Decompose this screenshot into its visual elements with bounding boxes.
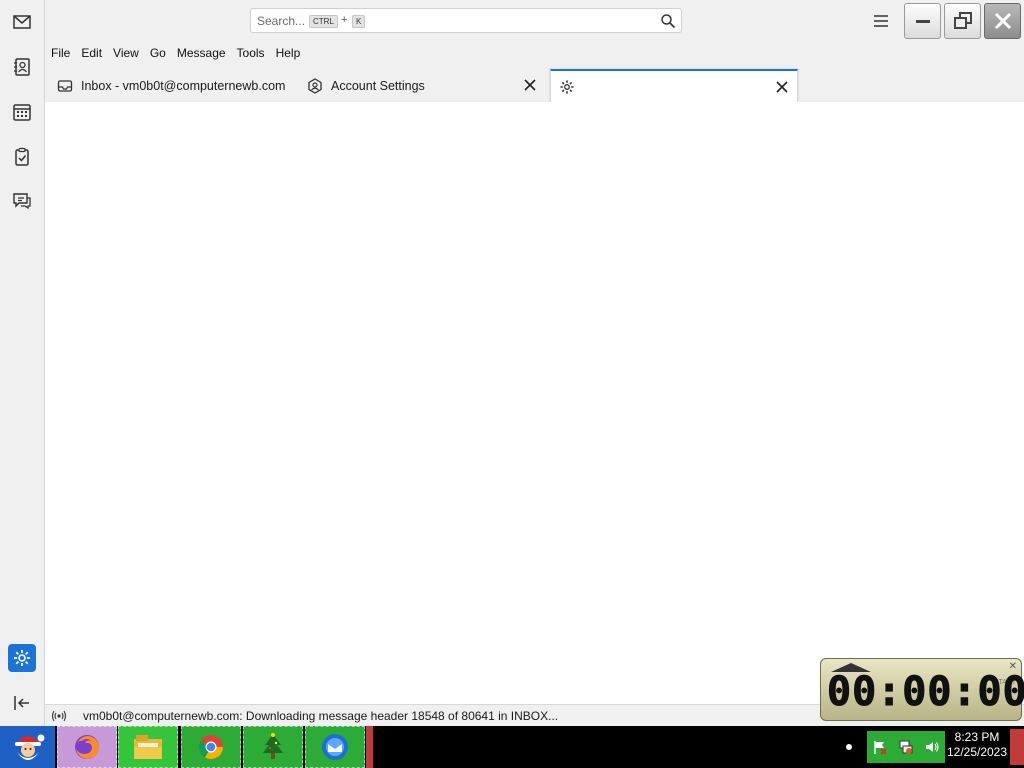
menu-view[interactable]: View [113, 46, 139, 60]
tasks-icon[interactable] [8, 143, 36, 171]
thunderbird-icon [322, 734, 348, 760]
collapse-icon[interactable] [8, 689, 36, 717]
online-status-icon[interactable] [51, 708, 67, 724]
calendar-icon[interactable] [8, 98, 36, 126]
close-tab-icon[interactable] [775, 80, 789, 94]
volume-icon[interactable] [924, 739, 940, 755]
app-menu-icon[interactable] [871, 12, 891, 30]
search-placeholder: Search... [257, 14, 306, 28]
minimize-icon [915, 20, 930, 23]
search-icon[interactable] [660, 13, 676, 29]
address-book-icon[interactable] [8, 53, 36, 81]
restore-button[interactable] [944, 3, 981, 39]
shortcut-ctrl-key: CTRL [309, 15, 338, 28]
flag-icon[interactable] [872, 739, 888, 755]
tray-dot-icon [846, 744, 852, 750]
menu-edit[interactable]: Edit [81, 46, 102, 60]
timer-widget[interactable]: ✕ START 00:00:00 [820, 658, 1024, 721]
search-input[interactable]: Search... CTRL + K [250, 8, 682, 33]
chrome-taskbar-button[interactable] [181, 726, 241, 768]
christmas-tree-icon [263, 733, 283, 759]
chat-icon[interactable] [8, 187, 36, 215]
account-settings-icon [307, 77, 323, 94]
menu-message[interactable]: Message [177, 46, 226, 60]
chrome-icon [198, 735, 223, 760]
tab-inbox-label: Inbox - vm0b0t@computernewb.com [81, 78, 286, 93]
tab-settings[interactable] [550, 69, 798, 102]
status-text: vm0b0t@computernewb.com: Downloading mes… [83, 708, 559, 723]
shortcut-plus: + [341, 14, 348, 26]
taskbar-clock[interactable]: 8:23 PM 12/25/2023 [945, 730, 1009, 760]
taskbar-separator [366, 726, 373, 768]
restore-icon [953, 12, 972, 29]
menu-bar: File Edit View Go Message Tools Help [45, 42, 1024, 64]
settings-icon[interactable] [8, 644, 36, 672]
menu-tools[interactable]: Tools [237, 46, 265, 60]
system-tray [867, 731, 945, 763]
firefox-taskbar-button[interactable] [57, 726, 117, 768]
spaces-toolbar [0, 0, 45, 726]
settings-content [45, 102, 1024, 704]
clock-time: 8:23 PM [954, 730, 1000, 744]
network-icon[interactable] [898, 739, 914, 755]
inbox-icon [57, 78, 73, 94]
file-explorer-icon [134, 735, 162, 759]
gear-icon [559, 79, 575, 95]
menu-go[interactable]: Go [150, 46, 166, 60]
thunderbird-taskbar-button[interactable] [305, 726, 365, 768]
shortcut-k-key: K [352, 15, 366, 28]
file-explorer-taskbar-button[interactable] [118, 726, 178, 768]
tab-bar: Inbox - vm0b0t@computernewb.com Account … [45, 64, 1024, 102]
santa-icon [14, 734, 44, 760]
tab-account-settings-label: Account Settings [331, 78, 425, 93]
mail-icon[interactable] [8, 8, 36, 36]
taskbar: 8:23 PM 12/25/2023 [0, 726, 1024, 768]
minimize-button[interactable] [904, 3, 941, 39]
tab-account-settings[interactable]: Account Settings [297, 69, 545, 102]
start-button[interactable] [0, 726, 55, 768]
christmas-tree-taskbar-button[interactable] [243, 726, 303, 768]
close-tab-icon[interactable] [523, 78, 537, 92]
tab-inbox[interactable]: Inbox - vm0b0t@computernewb.com [49, 69, 297, 102]
menu-help[interactable]: Help [276, 46, 301, 60]
show-desktop-button[interactable] [1010, 729, 1024, 765]
close-window-button[interactable] [984, 3, 1021, 39]
clock-date: 12/25/2023 [946, 745, 1008, 759]
timer-display: 00:00:00 [827, 669, 1024, 715]
close-icon [994, 12, 1011, 30]
menu-file[interactable]: File [51, 46, 70, 60]
firefox-icon [75, 735, 99, 759]
title-bar: Search... CTRL + K [45, 0, 1024, 42]
